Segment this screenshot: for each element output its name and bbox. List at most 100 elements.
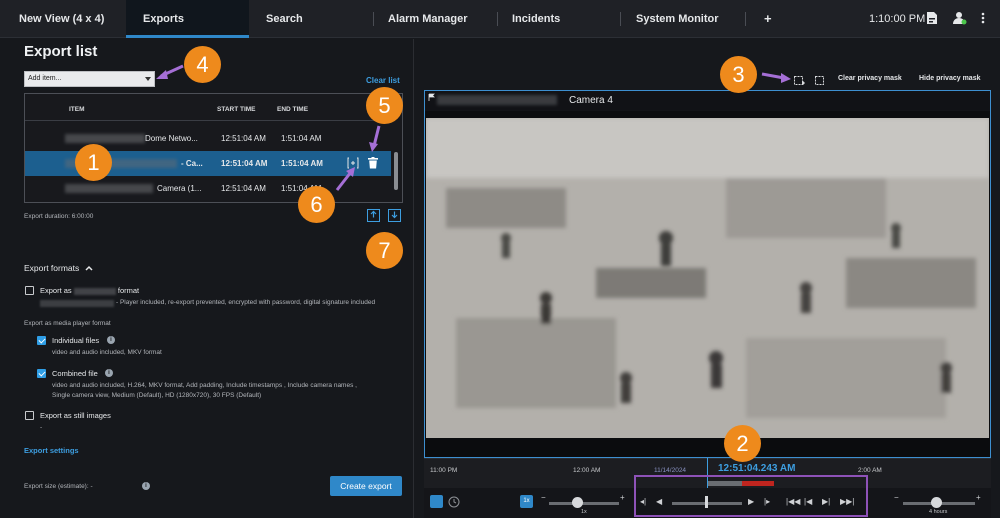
timeline-label: 11:00 PM (430, 467, 458, 474)
column-header-item: ITEM (69, 106, 85, 113)
tab-alarm-manager[interactable]: Alarm Manager (388, 0, 467, 38)
tab-search[interactable]: Search (266, 0, 303, 38)
still-images-checkbox[interactable] (25, 411, 34, 420)
export-format-desc: - Player included, re-export prevented, … (116, 299, 376, 306)
speed-button[interactable]: 1x (520, 495, 533, 508)
row-item-name: Camera (1... (157, 184, 202, 193)
timeline-label: 2:00 AM (858, 467, 882, 474)
export-doc-icon[interactable] (926, 11, 938, 27)
store-scene-image (426, 118, 989, 438)
annotation-badge-7: 7 (366, 232, 403, 269)
video-preview: Camera 4 (424, 90, 991, 458)
info-icon[interactable]: i (105, 369, 113, 377)
export-settings-link[interactable]: Export settings (24, 446, 79, 455)
arrow-4-icon (156, 64, 184, 79)
row-item-name: - Ca... (181, 159, 203, 168)
playback-annotation-box (634, 475, 868, 517)
format-prefix: Export as (40, 286, 72, 295)
tab-divider (745, 12, 746, 26)
still-images-desc: - (40, 424, 43, 431)
row-end-time: 1:51:04 AM (281, 134, 322, 143)
export-format-label: Export as format (40, 286, 139, 295)
timeline-date: 11/14/2024 (654, 467, 687, 474)
more-menu-icon[interactable] (981, 11, 985, 27)
edit-time-icon[interactable] (347, 157, 359, 171)
page-title: Export list (24, 43, 98, 60)
tab-divider (373, 12, 374, 26)
redacted-name (65, 184, 153, 193)
export-format-checkbox[interactable] (25, 286, 34, 295)
info-icon[interactable]: i (107, 336, 115, 344)
chevron-down-icon (145, 77, 151, 81)
redacted-name (65, 134, 145, 143)
arrow-up-icon (370, 210, 377, 218)
arrow-3-icon (761, 72, 791, 83)
table-row[interactable]: Dome Netwo... 12:51:04 AM 1:51:04 AM (25, 126, 391, 151)
row-start-time: 12:51:04 AM (221, 184, 266, 193)
add-item-placeholder: Add item... (28, 75, 62, 82)
range-slider-knob[interactable] (931, 497, 942, 508)
tab-divider (620, 12, 621, 26)
tab-new-view[interactable]: New View (4 x 4) (19, 0, 104, 38)
video-frame (426, 118, 989, 438)
top-bar: New View (4 x 4) Exports Search Alarm Ma… (0, 0, 1000, 38)
annotation-badge-4: 4 (184, 46, 221, 83)
range-plus[interactable]: + (976, 493, 981, 502)
table-scrollbar[interactable] (394, 152, 398, 190)
annotation-badge-6: 6 (298, 186, 335, 223)
timeline-label: 12:00 AM (573, 467, 601, 474)
tab-system-monitor[interactable]: System Monitor (636, 0, 719, 38)
info-icon[interactable]: i (142, 482, 150, 490)
user-icon[interactable] (953, 11, 967, 27)
privacy-mask-remove-icon[interactable] (815, 73, 826, 91)
export-formats-toggle[interactable]: Export formats (24, 263, 93, 273)
format-suffix: format (117, 286, 140, 295)
tab-incidents[interactable]: Incidents (512, 0, 560, 38)
add-tab-button[interactable]: + (764, 0, 772, 38)
clock-icon[interactable] (448, 495, 460, 513)
chevron-up-icon (85, 265, 93, 271)
camera-name: Camera 4 (569, 95, 613, 106)
mode-button[interactable] (430, 495, 443, 508)
move-down-button[interactable] (388, 209, 401, 222)
combined-file-desc-line1: video and audio included, H.264, MKV for… (52, 382, 357, 389)
speed-slider-knob[interactable] (572, 497, 583, 508)
annotation-badge-5: 5 (366, 87, 403, 124)
speed-minus[interactable]: − (541, 493, 546, 502)
export-size: Export size (estimate): - (24, 483, 93, 490)
delete-icon[interactable] (368, 157, 378, 171)
hide-privacy-mask-button[interactable]: Hide privacy mask (919, 75, 980, 82)
export-formats-title: Export formats (24, 263, 80, 273)
create-export-button[interactable]: Create export (330, 476, 402, 496)
add-item-dropdown[interactable]: Add item... (24, 71, 155, 87)
header-divider (25, 120, 391, 121)
row-item-name: Dome Netwo... (145, 134, 198, 143)
speed-plus[interactable]: + (620, 493, 625, 502)
range-minus[interactable]: − (894, 493, 899, 502)
row-start-time: 12:51:04 AM (221, 134, 266, 143)
tab-exports[interactable]: Exports (126, 0, 249, 38)
redacted-desc (40, 300, 114, 307)
individual-files-desc: video and audio included, MKV format (52, 349, 162, 356)
redacted-format (73, 287, 116, 295)
panel-divider (413, 39, 414, 518)
combined-file-checkbox[interactable] (37, 369, 46, 378)
still-images-label: Export as still images (40, 411, 111, 420)
individual-files-label: Individual files (52, 336, 100, 345)
column-header-end-time: END TIME (277, 106, 309, 113)
export-duration: Export duration: 6:00:00 (24, 213, 94, 220)
camera-header: Camera 4 (425, 91, 990, 111)
arrow-down-icon (391, 211, 398, 219)
redacted-camera-name (437, 95, 557, 105)
speed-label: 1x (581, 509, 587, 515)
move-up-button[interactable] (367, 209, 380, 222)
clear-privacy-mask-button[interactable]: Clear privacy mask (838, 75, 902, 82)
row-start-time: 12:51:04 AM (221, 159, 268, 168)
privacy-mask-add-icon[interactable] (794, 73, 805, 91)
speed-slider[interactable] (549, 502, 619, 505)
combined-file-desc-line2: Single camera view, Medium (Default), HD… (52, 392, 262, 399)
clear-list-link[interactable]: Clear list (366, 76, 400, 85)
individual-files-checkbox[interactable] (37, 336, 46, 345)
table-row[interactable]: Camera (1... 12:51:04 AM 1:51:04 AM (25, 176, 391, 201)
range-label: 4 hours (929, 509, 948, 515)
